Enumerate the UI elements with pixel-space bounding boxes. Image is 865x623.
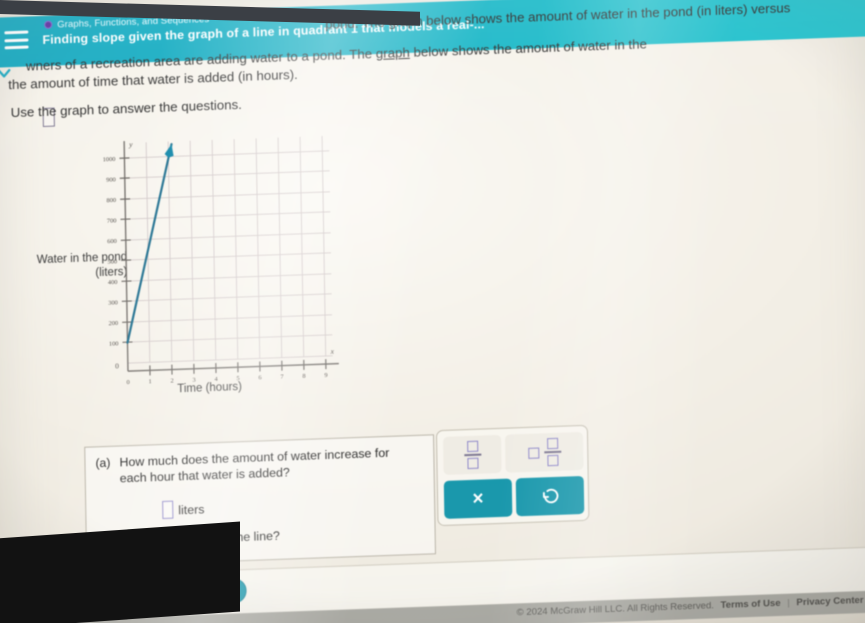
chevron-down-icon[interactable] bbox=[0, 61, 16, 86]
question-a-answer-row: liters bbox=[162, 499, 205, 520]
clear-button-label: × bbox=[472, 488, 484, 510]
problem-instruction: Use the graph to answer the questions. bbox=[10, 96, 243, 121]
mixed-fraction-glyph bbox=[543, 438, 561, 467]
y-tick-label: 1000 bbox=[103, 156, 116, 163]
series-line bbox=[126, 143, 173, 344]
clear-x-icon[interactable]: × bbox=[443, 478, 513, 519]
y-tick-label: 200 bbox=[109, 320, 119, 327]
fraction-glyph bbox=[463, 440, 481, 469]
question-b-suffix: of the line? bbox=[215, 528, 280, 546]
x-tick-label: 4 bbox=[214, 376, 218, 383]
graph-link[interactable]: graph bbox=[376, 45, 410, 61]
topic-dot-icon bbox=[44, 20, 53, 29]
y-tick-label: 500 bbox=[108, 258, 118, 265]
answer-input-a[interactable] bbox=[162, 500, 174, 520]
fraction-numerator-box bbox=[466, 440, 478, 453]
mixed-fraction-bar bbox=[543, 450, 561, 454]
x-tick-label: 7 bbox=[280, 374, 284, 381]
question-b-tag: (b) bbox=[96, 534, 112, 550]
photographed-screen: Graphs, Functions, and Sequences Finding… bbox=[0, 0, 865, 623]
y-tick-label: 800 bbox=[106, 197, 116, 204]
question-b-text: What is the slope of the line? bbox=[121, 529, 280, 549]
mixed-denominator-box bbox=[546, 454, 559, 467]
y-tick-label: 900 bbox=[106, 176, 116, 183]
x-tick-label: 0 bbox=[126, 379, 129, 386]
origin-label: 0 bbox=[115, 361, 119, 370]
x-tick-label: 3 bbox=[192, 377, 195, 384]
y-axis-name: y bbox=[128, 140, 133, 149]
y-tick-label: 100 bbox=[109, 340, 119, 347]
mixed-number-glyph bbox=[527, 438, 561, 467]
x-tick-label: 1 bbox=[148, 378, 151, 385]
coordinate-graph: Water in the pond (liters) Time (hours) bbox=[29, 127, 353, 413]
x-axis-name: x bbox=[330, 347, 335, 356]
graph-canvas: 100 200 300 400 500 600 700 800 900 1000 0 1 2 3 4 5 6 7… bbox=[103, 136, 339, 386]
fraction-denominator-box bbox=[466, 457, 479, 469]
x-tick-label: 9 bbox=[324, 372, 327, 379]
question-a-unit: liters bbox=[178, 502, 205, 518]
mixed-numerator-box bbox=[546, 438, 558, 450]
hamburger-icon[interactable] bbox=[3, 28, 29, 51]
y-tick-label: 600 bbox=[107, 238, 117, 245]
mixed-number-template-icon[interactable] bbox=[504, 431, 584, 473]
y-tick-label: 300 bbox=[108, 299, 118, 306]
question-a-tag: (a) bbox=[95, 455, 111, 471]
fraction-bar bbox=[463, 453, 481, 456]
x-tick-label: 2 bbox=[170, 378, 173, 385]
x-tick-labels: 0 1 2 3 4 5 6 7 8 9 bbox=[126, 372, 327, 386]
screen-surface: Graphs, Functions, and Sequences Finding… bbox=[0, 0, 865, 623]
x-tick-label: 5 bbox=[236, 375, 239, 382]
y-tick-labels: 100 200 300 400 500 600 700 800 900 1000 bbox=[103, 156, 119, 348]
fraction-template-icon[interactable] bbox=[443, 434, 502, 475]
slope-link[interactable]: slope bbox=[186, 531, 216, 546]
y-tick-label: 700 bbox=[107, 217, 117, 224]
check-button[interactable]: Check bbox=[180, 578, 247, 606]
y-tick-label: 400 bbox=[108, 279, 118, 286]
question-b-prefix: What is the bbox=[120, 532, 187, 549]
x-tick-label: 8 bbox=[302, 373, 305, 380]
undo-arrow-icon[interactable] bbox=[515, 475, 585, 517]
question-card: (a) How much does the amount of water in… bbox=[84, 434, 436, 567]
explanation-button[interactable]: Explanation bbox=[76, 580, 174, 610]
math-keypad: × bbox=[435, 424, 590, 527]
x-tick-label: 6 bbox=[258, 374, 261, 381]
series-arrowhead bbox=[164, 144, 174, 158]
privacy-center-link[interactable]: Privacy Center bbox=[796, 595, 863, 608]
grid-lines bbox=[123, 136, 333, 364]
footer-separator-1: | bbox=[787, 597, 790, 609]
terms-of-use-link[interactable]: Terms of Use bbox=[720, 598, 780, 611]
mixed-whole-box bbox=[527, 447, 539, 459]
